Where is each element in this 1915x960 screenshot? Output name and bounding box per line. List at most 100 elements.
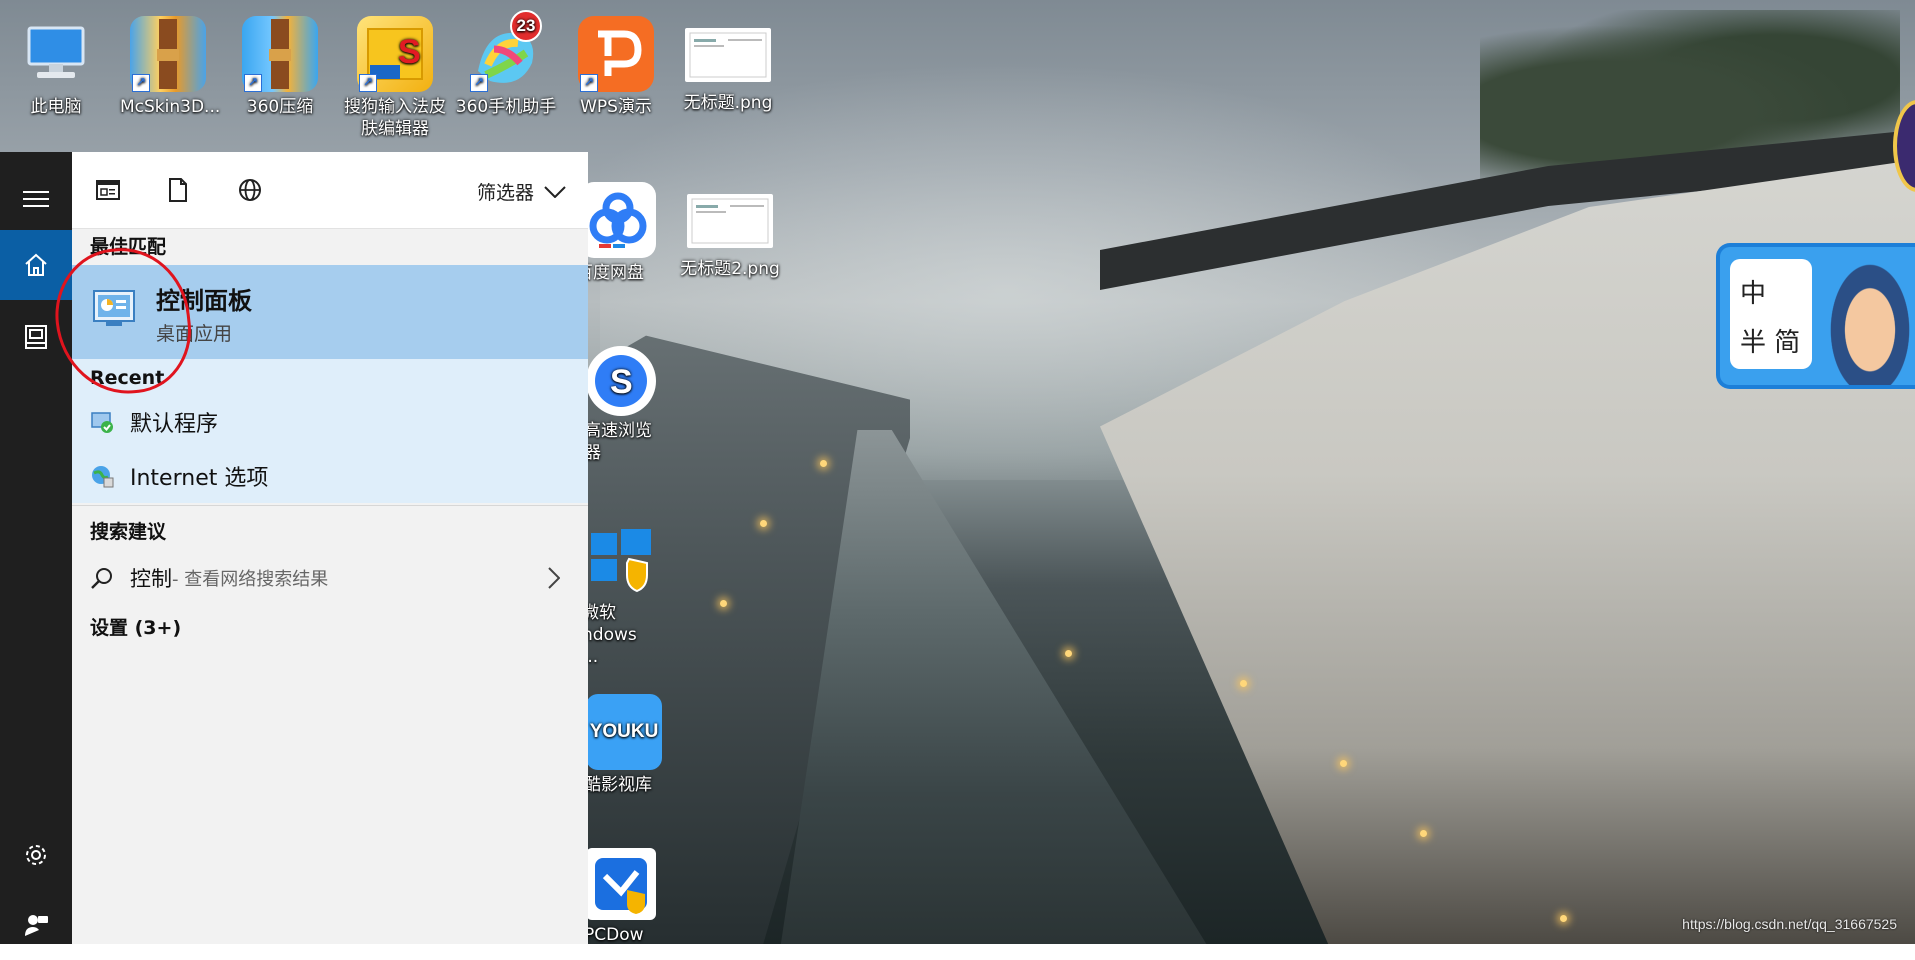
windows-security-icon	[584, 522, 658, 598]
gear-icon	[26, 845, 46, 865]
desktop-icon-label: 360压缩	[246, 97, 314, 117]
desktop-icon-label: 搜狗输入法皮肤编辑器	[344, 97, 446, 139]
youku-icon: YOUKU	[586, 694, 662, 770]
desktop-icon-label: 酷影视库	[584, 775, 652, 795]
web-filter-button[interactable]	[236, 176, 264, 204]
widget-line-1: 中	[1740, 279, 1767, 309]
start-rail	[0, 152, 72, 944]
desktop-icon-label: 此电脑	[30, 97, 82, 117]
image-file-icon	[685, 28, 771, 82]
globe-icon	[239, 179, 261, 201]
desktop-icon-youku[interactable]: YOUKU 酷影视库	[580, 688, 664, 796]
control-panel-icon	[93, 290, 135, 326]
filters-dropdown[interactable]: 筛选器	[477, 178, 566, 205]
internet-options-icon	[92, 466, 114, 488]
recent-item-default-programs[interactable]: 默认程序	[72, 395, 588, 449]
wps-icon: ↗	[578, 16, 654, 92]
widget-avatar	[1820, 247, 1915, 385]
best-match-control-panel[interactable]: 控制面板 桌面应用	[72, 265, 588, 359]
home-icon	[25, 253, 47, 276]
desktop-icon-360zip[interactable]: ↗ 360压缩	[232, 10, 328, 118]
chevron-down-icon	[544, 185, 566, 198]
best-match-subtitle: 桌面应用	[156, 323, 233, 345]
best-match-heading: 最佳匹配	[72, 229, 588, 265]
lantern-light	[720, 600, 727, 607]
settings-results-heading[interactable]: 设置 (3+)	[72, 610, 588, 646]
360-phone-icon: 23 ↗	[468, 10, 544, 92]
desktop-icon-wps[interactable]: ↗ WPS演示	[568, 10, 664, 118]
shortcut-arrow-icon: ↗	[470, 74, 488, 92]
shortcut-arrow-icon: ↗	[580, 74, 598, 92]
settings-button[interactable]	[0, 820, 72, 890]
desktop-icon-label: PCDow	[584, 925, 644, 945]
desktop-icon-untitled-png[interactable]: 无标题.png	[678, 10, 778, 114]
svg-text:S: S	[610, 363, 633, 401]
desktop-icon-baidu-pan[interactable]: 百度网盘	[580, 176, 658, 284]
recent-heading: Recent	[90, 367, 165, 389]
desktop-icon-360-phone[interactable]: 23 ↗ 360手机助手	[452, 10, 560, 118]
search-icon	[91, 568, 112, 589]
home-button[interactable]	[0, 230, 72, 300]
widget-text-panel: 中 半 简	[1730, 259, 1812, 369]
default-programs-icon	[91, 412, 113, 433]
shortcut-arrow-icon: ↗	[359, 74, 377, 92]
recent-item-label: 默认程序	[130, 412, 219, 437]
desktop-icon-this-pc[interactable]: 此电脑	[8, 10, 104, 118]
sogou-browser-icon: S	[586, 346, 656, 416]
lantern-light	[1240, 680, 1247, 687]
computer-icon	[18, 16, 94, 92]
document-icon	[169, 178, 187, 202]
best-match-section: 控制面板 桌面应用	[72, 265, 588, 359]
best-match-title: 控制面板	[156, 287, 252, 315]
desktop-icon-browser[interactable]: S 高速浏览器	[580, 340, 658, 464]
desktop-icon-windows-security[interactable]: 微软 ndows ...	[580, 516, 658, 668]
feedback-button[interactable]	[0, 890, 72, 960]
shortcut-arrow-icon: ↗	[132, 74, 150, 92]
watermark-text: https://blog.csdn.net/qq_31667525	[1682, 916, 1897, 932]
desktop-icon-label: 高速浏览器	[584, 421, 652, 463]
filters-label: 筛选器	[476, 182, 534, 204]
lantern-light	[1560, 915, 1567, 922]
sogou-skin-icon: S ↗	[357, 16, 433, 92]
svg-text:S: S	[398, 33, 421, 71]
desktop-icon-label: 百度网盘	[580, 263, 644, 283]
desktop-icon-pc-download[interactable]: PCDow	[580, 842, 664, 946]
chevron-right-icon	[548, 567, 560, 589]
lantern-light	[820, 460, 827, 467]
notebook-button[interactable]	[0, 302, 72, 372]
desktop-icon-sogou-skin[interactable]: S ↗ 搜狗输入法皮肤编辑器	[340, 10, 450, 140]
notification-badge: 23	[510, 10, 542, 42]
archive-360-icon: ↗	[242, 16, 318, 92]
search-suggestions-heading: 搜索建议	[90, 521, 167, 543]
hamburger-menu-button[interactable]	[0, 164, 72, 234]
desktop-icon-label: McSkin3D...	[120, 97, 221, 117]
apps-icon	[96, 180, 120, 200]
lantern-light	[1065, 650, 1072, 657]
hamburger-icon	[23, 191, 49, 207]
input-method-widget[interactable]: 中 半 简	[1716, 243, 1915, 389]
search-results-panel: 筛选器 最佳匹配 控制面板 桌面应用 Recent 默认程序 Internet …	[72, 152, 588, 944]
notebook-icon	[25, 325, 47, 349]
desktop-icon-label: 微软 ndows ...	[582, 603, 637, 667]
winrar-icon: ↗	[130, 16, 206, 92]
youku-glyph-text: YOUKU	[589, 721, 659, 742]
desktop-icon-untitled2-png[interactable]: 无标题2.png	[678, 176, 782, 280]
feedback-icon	[25, 915, 48, 936]
web-search-suggestion[interactable]: 控制 - 查看网络搜索结果	[72, 550, 588, 606]
pc-download-icon	[586, 848, 656, 920]
lantern-light	[760, 520, 767, 527]
desktop-icon-label: 无标题.png	[683, 93, 773, 113]
search-filter-header: 筛选器	[72, 152, 588, 229]
suggestion-query: 控制	[130, 567, 172, 591]
widget-line-2: 半 简	[1740, 328, 1801, 358]
desktop-icon-label: WPS演示	[580, 97, 652, 117]
recent-item-label: Internet 选项	[130, 466, 269, 491]
desktop-icon-label: 360手机助手	[455, 97, 557, 117]
desktop-icon-mcskin3d[interactable]: ↗ McSkin3D...	[120, 10, 221, 118]
desktop-icon-label: 无标题2.png	[680, 259, 780, 279]
recent-section: Recent 默认程序 Internet 选项	[72, 359, 588, 503]
lantern-light	[1340, 760, 1347, 767]
apps-filter-button[interactable]	[94, 176, 122, 204]
recent-item-internet-options[interactable]: Internet 选项	[72, 449, 588, 503]
documents-filter-button[interactable]	[164, 176, 192, 204]
